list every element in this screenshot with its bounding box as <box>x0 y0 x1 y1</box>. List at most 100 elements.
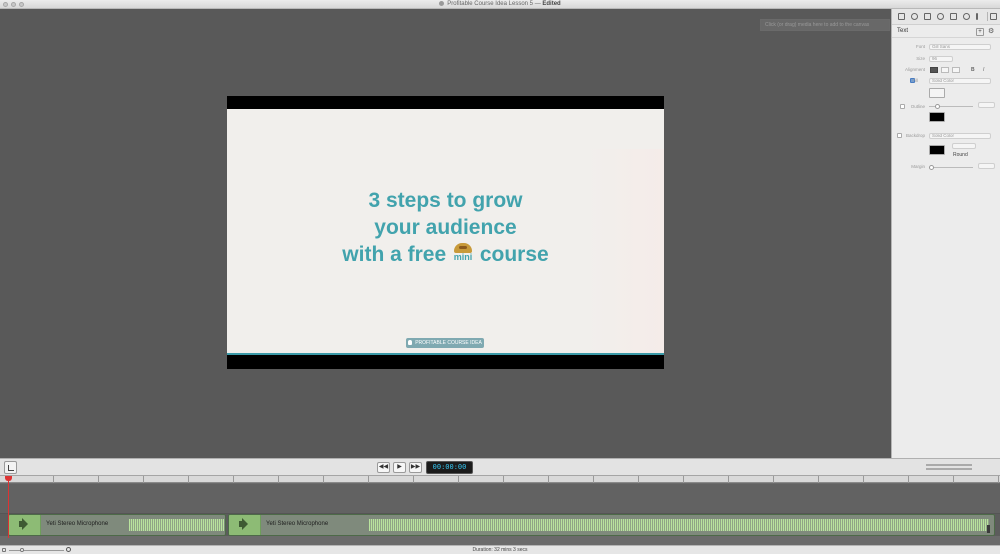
playhead[interactable] <box>8 476 9 538</box>
ruler-tick <box>278 476 279 483</box>
backdrop-type-select[interactable]: Solid Color <box>929 133 991 139</box>
ruler-tick <box>683 476 684 483</box>
mini-logo: mini <box>452 243 474 263</box>
ruler-tick <box>908 476 909 483</box>
crop-button[interactable] <box>4 461 17 474</box>
ruler-tick <box>233 476 234 483</box>
ruler-tick <box>323 476 324 483</box>
fill-label: Fill <box>912 78 918 83</box>
annotation-properties-icon[interactable] <box>950 13 957 20</box>
audio-clip-1[interactable]: Yeti Stereo Microphone <box>8 514 226 536</box>
italic-button[interactable]: I <box>983 67 984 73</box>
stage[interactable]: 3 steps to grow your audience with a fre… <box>227 96 664 369</box>
clip-2-label: Yeti Stereo Microphone <box>266 521 329 527</box>
transport-bar: ◀◀ ▶ ▶▶ 00:00:00 <box>0 458 1000 476</box>
ruler-tick <box>863 476 864 483</box>
headline-line-1: 3 steps to grow <box>368 189 523 212</box>
inspector-title: Text <box>897 28 909 34</box>
play-button[interactable]: ▶ <box>393 462 406 473</box>
slide-headline[interactable]: 3 steps to grow your audience with a fre… <box>227 187 664 268</box>
video-properties-icon[interactable] <box>898 13 905 20</box>
align-right-button[interactable] <box>952 67 960 73</box>
margin-field[interactable] <box>978 163 995 169</box>
outline-width-knob[interactable] <box>935 104 940 109</box>
size-label: Size <box>916 56 925 61</box>
fill-color-swatch[interactable] <box>929 88 945 98</box>
fill-type-select[interactable]: Solid Color <box>929 78 991 84</box>
backdrop-color-swatch[interactable] <box>929 145 945 155</box>
duration-text: Duration: 32 mins 3 secs <box>472 547 528 553</box>
clip-2-icon-box <box>229 515 261 535</box>
title-bar: Profitable Course Idea Lesson 5 — Edited <box>0 0 1000 9</box>
fast-forward-button[interactable]: ▶▶ <box>409 462 422 473</box>
document-name: Profitable Course Idea Lesson 5 <box>447 1 534 8</box>
slide-accent-bar <box>227 353 664 355</box>
slide[interactable]: 3 steps to grow your audience with a fre… <box>227 109 664 353</box>
size-field[interactable]: 96 <box>929 56 953 62</box>
add-style-button[interactable]: + <box>976 28 984 36</box>
headline-line-2: your audience <box>374 216 517 239</box>
audio-clip-2[interactable]: Yeti Stereo Microphone <box>228 514 995 536</box>
properties-inspector: Text + ⚙ Font Gill Sans Size 96 Alignmen… <box>891 9 1000 458</box>
ruler-tick <box>188 476 189 483</box>
clip-1-icon-box <box>9 515 41 535</box>
ruler-tick <box>503 476 504 483</box>
ruler-tick <box>413 476 414 483</box>
action-properties-icon[interactable] <box>963 13 970 20</box>
outline-label: Outline <box>910 104 925 109</box>
headline-line-3: with a free mini course <box>227 241 664 268</box>
corner-radius-field[interactable] <box>952 143 976 149</box>
alignment-label: Alignment <box>904 67 925 72</box>
outline-width-field[interactable] <box>978 102 995 108</box>
toolbar-divider <box>987 12 988 21</box>
font-select[interactable]: Gill Sans <box>929 44 991 50</box>
status-bar: Duration: 32 mins 3 secs <box>0 545 1000 554</box>
audio-track[interactable]: Yeti Stereo Microphone Yeti Stereo Micro… <box>0 514 1000 536</box>
canvas-area[interactable]: Click (or drag) media here to add to the… <box>0 9 891 458</box>
clip-1-waveform <box>129 519 224 531</box>
rewind-button[interactable]: ◀◀ <box>377 462 390 473</box>
ruler-tick <box>143 476 144 483</box>
round-label: Round <box>953 152 968 158</box>
margin-label: Margin <box>911 164 925 169</box>
margin-knob[interactable] <box>929 165 934 170</box>
ruler-tick <box>728 476 729 483</box>
inspector-header: Text + ⚙ <box>892 26 1000 38</box>
cursor-properties-icon[interactable] <box>937 13 944 20</box>
ruler-tick <box>593 476 594 483</box>
video-track-lane[interactable] <box>0 484 1000 514</box>
gear-icon[interactable]: ⚙ <box>988 28 994 36</box>
outline-color-swatch[interactable] <box>929 112 945 122</box>
speaker-icon <box>19 518 28 530</box>
font-label: Font <box>915 44 925 49</box>
time-ruler[interactable] <box>0 476 1000 483</box>
ruler-tick <box>548 476 549 483</box>
headline-line-3-end: course <box>479 243 549 266</box>
timecode-display: 00:00:00 <box>426 461 473 474</box>
bold-button[interactable]: B <box>971 67 975 73</box>
ruler-tick <box>638 476 639 483</box>
lightbulb-icon <box>408 340 413 345</box>
ruler-tick <box>458 476 459 483</box>
backdrop-label: Backdrop <box>905 133 925 138</box>
ruler-tick <box>998 476 999 483</box>
edited-status[interactable]: Edited <box>542 1 560 7</box>
ruler-tick <box>818 476 819 483</box>
align-left-button[interactable] <box>930 67 938 73</box>
clip-2-trim-handle[interactable] <box>987 525 990 533</box>
clip-1-label: Yeti Stereo Microphone <box>46 521 109 527</box>
speaker-icon <box>239 518 248 530</box>
inspector-toolbar <box>892 9 1000 25</box>
brand-badge: PROFITABLE COURSE IDEA <box>406 338 484 348</box>
align-center-button[interactable] <box>941 67 949 73</box>
audio-properties-icon[interactable] <box>911 13 918 20</box>
track-height-handle[interactable] <box>926 464 972 470</box>
callout-properties-icon[interactable] <box>924 13 931 20</box>
share-icon[interactable] <box>990 13 997 20</box>
timeline[interactable]: Yeti Stereo Microphone Yeti Stereo Micro… <box>0 476 1000 545</box>
ruler-tick <box>773 476 774 483</box>
ruler-tick <box>98 476 99 483</box>
margin-slider[interactable] <box>929 167 973 168</box>
window-title: Profitable Course Idea Lesson 5 — Edited <box>0 1 1000 8</box>
more-properties-icon[interactable] <box>976 13 978 20</box>
